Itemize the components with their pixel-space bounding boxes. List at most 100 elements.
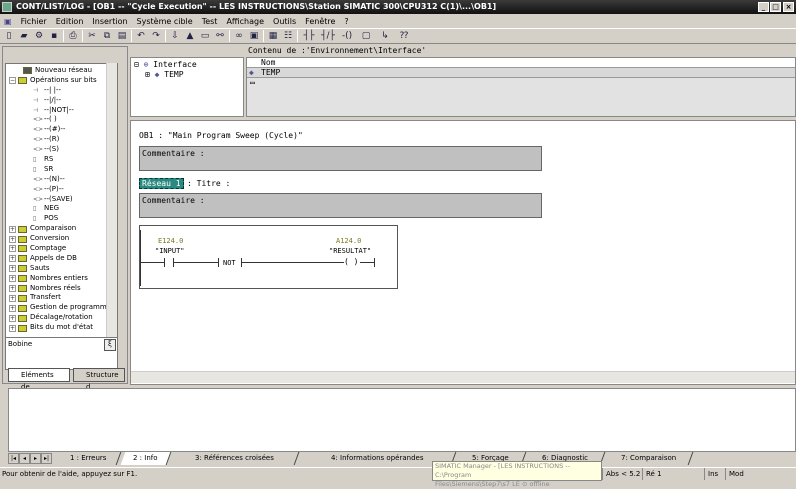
breakpoint-icon[interactable]: ∞	[233, 30, 245, 42]
tree-item[interactable]: + Comptage	[6, 244, 117, 254]
menu-fichier[interactable]: Fichier	[21, 17, 47, 26]
tree-item[interactable]: ▯ RS	[6, 155, 117, 165]
expand-icon[interactable]: +	[9, 294, 16, 302]
print-icon[interactable]: ⎙	[67, 30, 79, 42]
new-icon[interactable]: ▯	[3, 30, 15, 42]
output-tab[interactable]: 1 : Erreurs	[55, 452, 122, 465]
menu-insertion[interactable]: Insertion	[92, 17, 127, 26]
column-header-name[interactable]: Nom	[247, 58, 795, 68]
tree-item[interactable]: + Appels de DB	[6, 254, 117, 264]
tree-item[interactable]: <> --(N)--	[6, 175, 117, 185]
tree-item[interactable]: + Conversion	[6, 234, 117, 244]
output-tab[interactable]: 3: Références croisées	[170, 452, 300, 465]
tab-program-elements[interactable]: Eléments de...	[8, 368, 70, 391]
copy-icon[interactable]: ⧉	[101, 30, 113, 42]
last-tab-button[interactable]: ▸|	[41, 453, 52, 464]
maximize-button[interactable]: □	[770, 2, 781, 12]
block-comment[interactable]: Commentaire :	[139, 146, 542, 171]
tree-item[interactable]: + Gestion de programme	[6, 303, 117, 313]
details-icon[interactable]: ▦	[267, 30, 279, 42]
tree-item[interactable]: ▯ POS	[6, 214, 117, 224]
tree-item[interactable]: <> --(P)--	[6, 185, 117, 195]
tree-item[interactable]: + Nombres réels	[6, 284, 117, 294]
collapse-icon[interactable]: −	[9, 77, 16, 85]
first-tab-button[interactable]: |◂	[8, 453, 19, 464]
contact-nc-icon[interactable]: ┤/├	[320, 30, 336, 42]
tree-item[interactable]: <> --(S)	[6, 145, 117, 155]
tree-item-interface[interactable]: ⊟ ⊕ Interface	[131, 58, 243, 69]
ladder-editor[interactable]: OB1 : "Main Program Sweep (Cycle)" Comme…	[130, 120, 796, 385]
contact-no-icon[interactable]: ┤├	[301, 30, 317, 42]
expand-icon[interactable]: +	[9, 245, 16, 253]
symbol-icon[interactable]: ☷	[282, 30, 294, 42]
prev-tab-button[interactable]: ◂	[19, 453, 30, 464]
next-tab-button[interactable]: ▸	[30, 453, 41, 464]
tree-item[interactable]: <> --(R)	[6, 135, 117, 145]
tree-item[interactable]: <> --(SAVE)	[6, 195, 117, 205]
contact-no[interactable]	[164, 258, 165, 267]
tree-item[interactable]: ⊣ --|NOT|--	[6, 106, 117, 116]
expand-icon[interactable]: +	[9, 285, 16, 293]
menu-outils[interactable]: Outils	[273, 17, 296, 26]
tree-item[interactable]: ▯ NEG	[6, 204, 117, 214]
coil-icon[interactable]: -()	[339, 30, 355, 42]
tree-item[interactable]: Nouveau réseau	[6, 66, 117, 76]
monitor-icon[interactable]: ⚯	[214, 30, 226, 42]
ladder-network[interactable]: E124.0 "INPUT" NOT A124.0 "RESULTAT" ( )	[139, 225, 398, 289]
expand-icon[interactable]: +	[9, 314, 16, 322]
accessible-nodes-icon[interactable]: ⚙	[33, 30, 45, 42]
compare-icon[interactable]: ▲	[184, 30, 196, 42]
document-icon[interactable]: ▣	[4, 17, 12, 26]
tree-item[interactable]: ▯ SR	[6, 165, 117, 175]
output-tab[interactable]: 7: Comparaison	[604, 452, 694, 465]
tree-item[interactable]: + Comparaison	[6, 224, 117, 234]
tree-item[interactable]: + Sauts	[6, 264, 117, 274]
tree-item[interactable]: + Nombres entiers	[6, 274, 117, 284]
expand-icon[interactable]: +	[9, 235, 16, 243]
tree-item[interactable]: + Transfert	[6, 293, 117, 303]
expand-icon[interactable]: +	[9, 255, 16, 263]
new-row[interactable]: ▭	[247, 78, 795, 88]
expand-icon[interactable]: +	[9, 304, 16, 312]
menu-fen-tre[interactable]: Fenêtre	[305, 17, 335, 26]
tab-call-structure[interactable]: Structure d	[73, 368, 125, 391]
tree-item[interactable]: ⊣ --|/|--	[6, 96, 117, 106]
network-comment[interactable]: Commentaire :	[139, 193, 542, 218]
network-title[interactable]: : Titre :	[187, 179, 230, 188]
redo-icon[interactable]: ↷	[150, 30, 162, 42]
output-tab[interactable]: 2 : Info	[121, 452, 172, 465]
not-contact[interactable]	[218, 258, 219, 267]
tree-item[interactable]: ⊣ --| |--	[6, 86, 117, 96]
expand-icon[interactable]: +	[9, 265, 16, 273]
tree-item[interactable]: + Bits du mot d'état	[6, 323, 117, 333]
menu-test[interactable]: Test	[202, 17, 218, 26]
expand-icon[interactable]: +	[9, 324, 16, 332]
paste-icon[interactable]: ▤	[116, 30, 128, 42]
menu-syst-me-cible[interactable]: Système cible	[137, 17, 193, 26]
branch-icon[interactable]: ↳	[377, 30, 393, 42]
menu-?[interactable]: ?	[344, 17, 348, 26]
tree-item-temp[interactable]: ⊞ ◆ TEMP	[131, 69, 243, 79]
menu-edition[interactable]: Edition	[56, 17, 84, 26]
help-element-button[interactable]: ξ	[104, 339, 116, 351]
tree-item[interactable]: + Décalage/rotation	[6, 313, 117, 323]
cut-icon[interactable]: ✂	[86, 30, 98, 42]
menu-affichage[interactable]: Affichage	[226, 17, 264, 26]
minimize-button[interactable]: _	[758, 2, 769, 12]
tree-item[interactable]: − Opérations sur bits	[6, 76, 117, 86]
overview-icon[interactable]: ▣	[248, 30, 260, 42]
save-icon[interactable]: ▪	[48, 30, 60, 42]
network-icon[interactable]: ▭	[199, 30, 211, 42]
open-icon[interactable]: ▰	[18, 30, 30, 42]
box-icon[interactable]: ▢	[358, 30, 374, 42]
download-icon[interactable]: ⇩	[169, 30, 181, 42]
expand-icon[interactable]: +	[9, 225, 16, 233]
close-button[interactable]: ×	[783, 2, 794, 12]
tree-item[interactable]: <> --( )	[6, 115, 117, 125]
help-icon[interactable]: ⁇	[396, 30, 412, 42]
table-row[interactable]: ◆ TEMP	[247, 68, 795, 78]
undo-icon[interactable]: ↶	[135, 30, 147, 42]
tree-scrollbar[interactable]	[106, 63, 117, 351]
network-label[interactable]: Réseau 1	[139, 178, 184, 189]
expand-icon[interactable]: +	[9, 275, 16, 283]
